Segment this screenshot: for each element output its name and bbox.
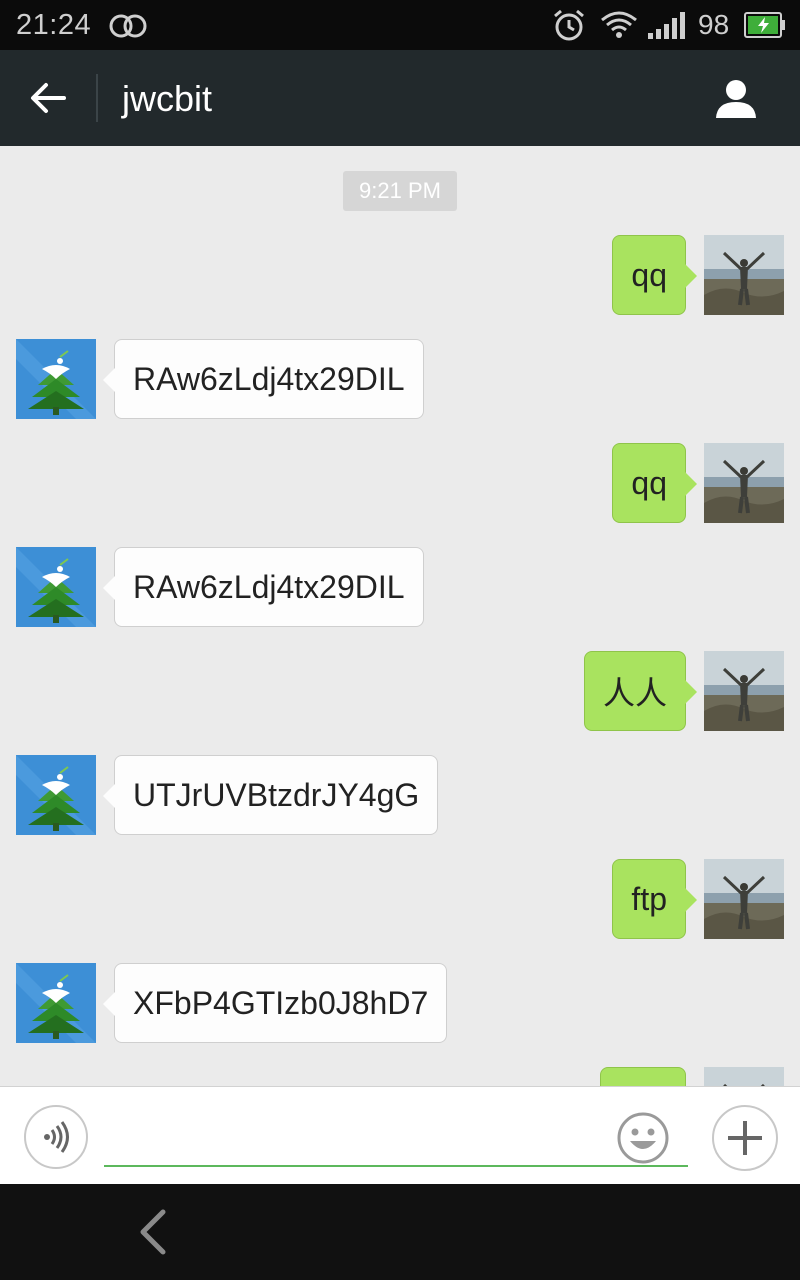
message-bubble[interactable]: qq (612, 443, 697, 523)
my-avatar[interactable] (704, 1067, 784, 1086)
chat-title: jwcbit (122, 78, 213, 119)
battery-level: 98 (698, 9, 730, 40)
title-divider (96, 74, 98, 122)
status-time: 21:24 (16, 9, 92, 41)
incoming-message: RAw6zLdj4tx29DIL (0, 547, 800, 627)
wifi-icon (601, 11, 637, 38)
message-bubble[interactable]: XFbP4GTIzb0J8hD7 (102, 963, 448, 1043)
message-bubble[interactable]: ftp (612, 859, 697, 939)
system-nav-bar (0, 1184, 800, 1280)
plus-icon (728, 1121, 762, 1155)
dual-sim-icon (109, 14, 147, 38)
message-bubble[interactable]: 人人 (583, 651, 698, 731)
message-timestamp: 9:21 PM (343, 171, 457, 211)
input-bar (0, 1086, 800, 1184)
message-bubble[interactable] (600, 1067, 686, 1086)
my-avatar[interactable] (704, 235, 784, 315)
message-bubble[interactable]: RAw6zLdj4tx29DIL (103, 547, 424, 627)
outgoing-message: qq (0, 235, 800, 315)
voice-icon (44, 1121, 69, 1153)
nav-back-icon (140, 1209, 166, 1255)
my-avatar[interactable] (704, 443, 784, 523)
voice-button[interactable] (24, 1105, 88, 1169)
person-icon (716, 80, 756, 118)
alarm-icon (554, 9, 584, 41)
outgoing-message: 人人 (0, 651, 800, 731)
incoming-message: XFbP4GTIzb0J8hD7 (0, 963, 800, 1043)
message-bubble[interactable]: RAw6zLdj4tx29DIL (103, 339, 424, 419)
my-avatar[interactable] (704, 651, 784, 731)
arrow-left-icon (31, 83, 66, 113)
signal-icon (648, 12, 685, 39)
emoji-icon (617, 1112, 669, 1164)
chat-area[interactable]: 9:21 PM qq RAw6zLdj4tx29DIL qq RAw6zLdj4tx2… (0, 146, 800, 1086)
profile-button[interactable] (706, 70, 766, 126)
contact-avatar[interactable] (16, 963, 96, 1043)
title-bar: jwcbit (0, 50, 800, 146)
battery-charging-icon (744, 12, 785, 38)
incoming-message: RAw6zLdj4tx29DIL (0, 339, 800, 419)
back-button[interactable] (18, 70, 78, 126)
incoming-message: UTJrUVBtzdrJY4gG (0, 755, 800, 835)
my-avatar[interactable] (704, 859, 784, 939)
nav-back-button[interactable] (128, 1202, 178, 1262)
outgoing-message (0, 1067, 800, 1086)
emoji-button[interactable] (616, 1111, 670, 1165)
message-bubble[interactable]: UTJrUVBtzdrJY4gG (102, 755, 439, 835)
more-button[interactable] (712, 1105, 778, 1171)
status-bar: 21:24 98 (0, 0, 800, 50)
outgoing-message: qq (0, 443, 800, 523)
contact-avatar[interactable] (16, 339, 96, 419)
message-input[interactable] (104, 1105, 688, 1167)
contact-avatar[interactable] (16, 755, 96, 835)
outgoing-message: ftp (0, 859, 800, 939)
contact-avatar[interactable] (16, 547, 96, 627)
message-bubble[interactable]: qq (612, 235, 697, 315)
